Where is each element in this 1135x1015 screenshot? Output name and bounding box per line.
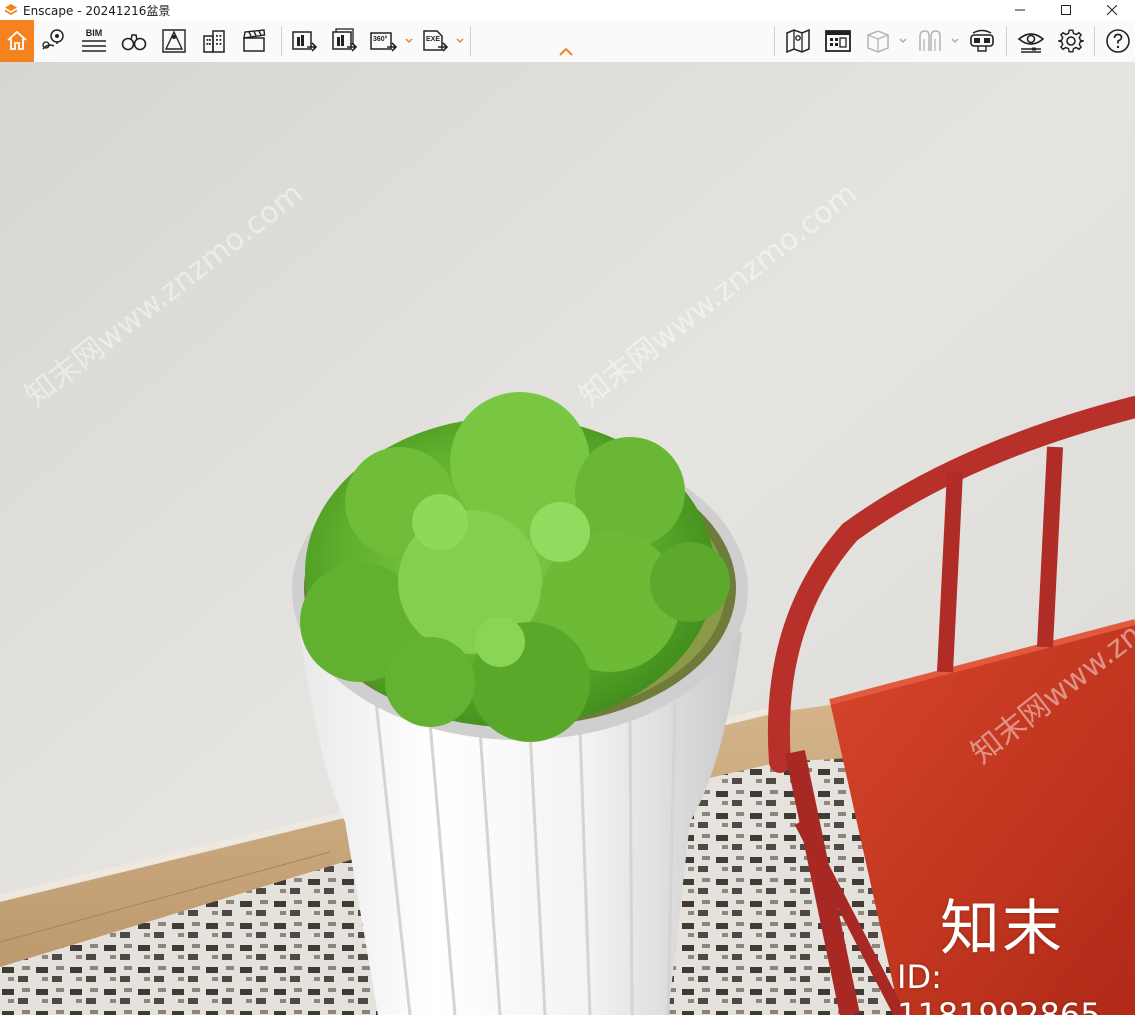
video-editor-button[interactable] [237,24,271,58]
exe-export-icon: EXE [423,30,449,52]
window-title: Enscape - 20241216盆景 [23,3,171,18]
home-button[interactable] [0,20,34,62]
bim-list-icon [82,39,106,52]
chevron-down-icon [951,38,959,44]
minimize-button[interactable] [997,0,1043,20]
settings-button[interactable] [1054,24,1088,58]
panorama-dropdown-caret[interactable] [404,34,414,48]
chevron-down-icon [456,38,464,44]
site-map-button[interactable] [781,24,815,58]
perspective-icon [162,29,186,53]
home-icon [7,30,27,50]
enscape-logo-icon [5,4,17,15]
cube-icon [867,30,889,53]
vr-headset-button[interactable] [965,24,999,58]
minimize-icon [1015,9,1025,11]
gallery-button[interactable] [913,24,947,58]
map-icon [786,28,810,54]
cube-view-button[interactable] [861,24,895,58]
bim-label: BIM [85,27,103,38]
window-controls [997,0,1135,20]
batch-export-icon [332,28,358,52]
chevron-down-icon [899,38,907,44]
visual-settings-button[interactable] [1014,24,1048,58]
chevron-up-icon [559,47,573,56]
asset-library-icon [825,30,851,52]
vr-headset-icon [970,29,994,52]
perspective-button[interactable] [157,24,191,58]
gear-icon [1058,29,1084,53]
clapperboard-icon [243,29,266,52]
toolbar-separator [774,26,775,56]
binoculars-icon [121,34,147,51]
close-button[interactable] [1089,0,1135,20]
toolbar-separator [470,26,471,56]
maximize-button[interactable] [1043,0,1089,20]
binoculars-button[interactable] [117,24,151,58]
panorama-360-button[interactable]: 360° [367,24,401,58]
map-pin-icon [42,29,64,50]
help-icon [1106,29,1130,53]
scene-render [0,62,1135,1015]
gallery-icon [919,30,941,51]
bim-button[interactable]: BIM [77,24,111,58]
asset-library-button[interactable] [821,24,855,58]
cube-dropdown-caret[interactable] [898,34,908,48]
main-toolbar: BIM 360° EXE [0,20,1135,63]
help-button[interactable] [1101,24,1135,58]
image-id-watermark: ID: 1181992865 [897,958,1101,1015]
toolbar-separator [1006,26,1007,56]
map-pin-button[interactable] [37,24,71,58]
screenshot-export-button[interactable] [287,24,321,58]
buildings-icon [203,30,225,53]
toolbar-separator [281,26,282,56]
exe-export-button[interactable]: EXE [419,24,453,58]
exe-label: EXE [426,36,440,43]
buildings-button[interactable] [197,24,231,58]
title-bar: Enscape - 20241216盆景 [0,0,1135,20]
screenshot-export-icon [292,31,318,52]
gallery-dropdown-caret[interactable] [950,34,960,48]
panorama-360-label: 360° [373,35,388,43]
close-icon [1107,5,1117,15]
batch-export-button[interactable] [327,24,361,58]
collapse-toolbar-button[interactable] [556,46,576,58]
render-viewport[interactable]: 知末网www.znzmo.com 知末网www.znzmo.com 知末网www… [0,62,1135,1015]
panorama-360-icon: 360° [370,32,398,52]
maximize-icon [1061,5,1071,15]
toolbar-separator [1094,26,1095,56]
brand-watermark: 知末 [940,894,1064,964]
exe-dropdown-caret[interactable] [455,34,465,48]
chevron-down-icon [405,38,413,44]
eye-icon [1017,33,1045,53]
